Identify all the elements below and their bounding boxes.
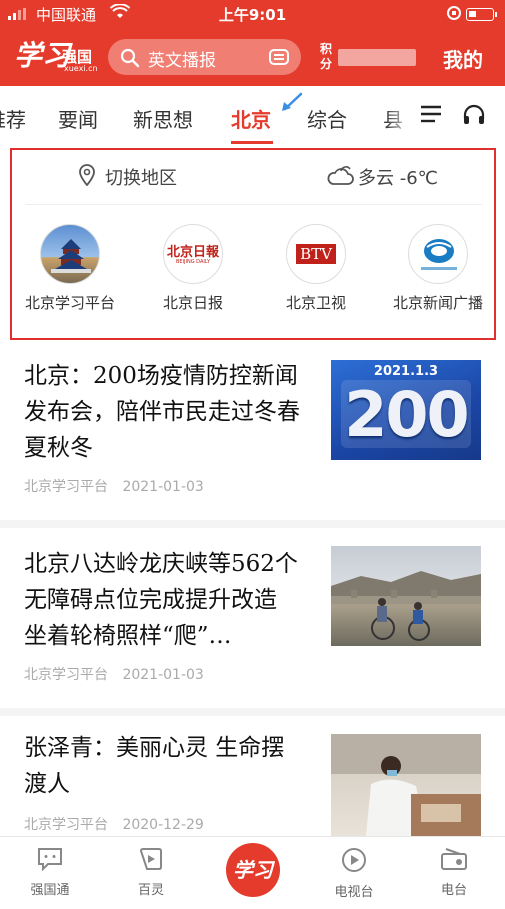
tab-new-thought[interactable]: 新思想 bbox=[133, 104, 193, 133]
nav-tv[interactable]: 电视台 bbox=[314, 847, 394, 900]
news-meta: 北京学习平台 2021-01-03 bbox=[24, 476, 204, 496]
channel-menu-icon[interactable] bbox=[420, 104, 442, 124]
tab-beijing[interactable]: 北京 bbox=[231, 104, 271, 133]
news-title: 张泽青：美丽心灵 生命摆渡人 bbox=[24, 735, 285, 797]
beijing-daily-logo-sub: BEIJING DAILY bbox=[175, 259, 211, 265]
switch-region-button[interactable]: 切换地区 bbox=[105, 164, 177, 190]
news-item[interactable]: 张泽青：美丽心灵 生命摆渡人 北京学习平台 2020-12-29 bbox=[0, 730, 505, 836]
location-pin-icon[interactable] bbox=[78, 164, 96, 186]
search-menu-icon[interactable] bbox=[269, 49, 289, 65]
play-square-icon bbox=[139, 848, 162, 870]
news-title: 北京八达岭龙庆峡等562个无障碍点位完成提升改造 坐着轮椅照样“爬”… bbox=[24, 551, 298, 649]
tab-headlines[interactable]: 要闻 bbox=[58, 104, 98, 133]
tabs-fade bbox=[385, 96, 415, 136]
news-date: 2021-01-03 bbox=[122, 479, 204, 495]
news-source: 北京学习平台 bbox=[24, 817, 108, 833]
channel-beijing-tv[interactable]: BTV 北京卫视 bbox=[256, 224, 376, 313]
news-item[interactable]: 北京：200场疫情防控新闻发布会，陪伴市民走过冬春夏秋冬 北京学习平台 2021… bbox=[0, 358, 505, 508]
news-thumbnail: 2021.1.3 200 bbox=[331, 360, 481, 460]
channel-label: 北京新闻广播 bbox=[392, 294, 483, 312]
chat-icon bbox=[38, 848, 62, 872]
play-circle-icon bbox=[342, 848, 366, 872]
divider bbox=[26, 204, 482, 205]
channel-beijing-study-platform[interactable]: 北京学习平台 bbox=[10, 224, 130, 313]
rotation-lock-icon bbox=[447, 6, 461, 20]
news-date: 2020-12-29 bbox=[122, 817, 204, 833]
channel-beijing-daily[interactable]: 北京日報 BEIJING DAILY 北京日报 bbox=[133, 224, 253, 313]
news-title: 北京：200场疫情防控新闻发布会，陪伴市民走过冬春夏秋冬 bbox=[24, 363, 300, 461]
separator bbox=[0, 708, 505, 716]
beijing-daily-logo-text: 北京日報 bbox=[166, 245, 219, 260]
points-value-redacted bbox=[338, 49, 416, 66]
annotation-arrow-icon bbox=[282, 92, 303, 111]
active-tab-indicator bbox=[231, 141, 273, 144]
news-source: 北京学习平台 bbox=[24, 667, 108, 683]
region-panel: 切换地区 多云 -6℃ 北京学习平台 北京日報 BEIJING DAILY 北京… bbox=[10, 148, 496, 340]
temple-of-heaven-icon bbox=[40, 224, 100, 284]
news-meta: 北京学习平台 2021-01-03 bbox=[24, 664, 204, 684]
separator bbox=[0, 520, 505, 528]
bottom-nav: 强国通 百灵 学习 电视台 电台 bbox=[0, 836, 505, 909]
nav-qiangguotong[interactable]: 强国通 bbox=[10, 847, 90, 898]
status-bar: 中国联通 上午9:01 bbox=[0, 0, 505, 28]
search-placeholder: 英文播报 bbox=[148, 51, 216, 71]
nav-label: 电视台 bbox=[334, 885, 374, 900]
logo-url: xuexi.cn bbox=[64, 64, 98, 73]
search-bar[interactable]: 英文播报 bbox=[108, 39, 301, 75]
channel-beijing-news-radio[interactable]: 北京新闻广播 bbox=[378, 224, 498, 313]
channel-tabs: 推荐 要闻 新思想 北京 综合 县 bbox=[0, 86, 505, 146]
news-item[interactable]: 北京八达岭龙庆峡等562个无障碍点位完成提升改造 坐着轮椅照样“爬”… 北京学习… bbox=[0, 546, 505, 696]
btv-logo: BTV bbox=[286, 224, 346, 284]
nav-label: 电台 bbox=[440, 883, 467, 898]
news-thumbnail bbox=[331, 734, 481, 836]
weather-text: 多云 -6℃ bbox=[358, 168, 438, 189]
channel-label: 北京日报 bbox=[162, 294, 223, 312]
app-header: 中国联通 上午9:01 学习 强国 xuexi.cn 英文播报 积分 我的 bbox=[0, 0, 505, 86]
battery-icon bbox=[466, 8, 497, 21]
channel-label: 北京卫视 bbox=[285, 294, 346, 312]
tab-general[interactable]: 综合 bbox=[307, 104, 347, 133]
points-label: 积分 bbox=[320, 42, 333, 71]
nav-label: 百灵 bbox=[137, 883, 164, 898]
xuexi-home-button[interactable]: 学习 bbox=[226, 843, 280, 897]
search-icon bbox=[120, 48, 140, 68]
beijing-news-radio-logo bbox=[408, 224, 468, 284]
mine-button[interactable]: 我的 bbox=[443, 44, 483, 73]
news-meta: 北京学习平台 2020-12-29 bbox=[24, 814, 204, 834]
news-thumbnail bbox=[331, 546, 481, 646]
nav-label: 强国通 bbox=[30, 883, 70, 898]
news-source: 北京学习平台 bbox=[24, 479, 108, 495]
nav-radio[interactable]: 电台 bbox=[414, 847, 494, 898]
clock: 上午9:01 bbox=[218, 6, 287, 24]
btv-logo-text: BTV bbox=[296, 244, 336, 264]
thumb-date: 2021.1.3 bbox=[373, 364, 439, 379]
thumb-number: 200 bbox=[344, 378, 469, 451]
radio-icon bbox=[441, 848, 467, 870]
nav-bailing[interactable]: 百灵 bbox=[111, 847, 191, 898]
beijing-daily-logo: 北京日報 BEIJING DAILY bbox=[163, 224, 223, 284]
channel-label: 北京学习平台 bbox=[24, 294, 115, 312]
news-date: 2021-01-03 bbox=[122, 667, 204, 683]
headphones-icon[interactable] bbox=[462, 104, 486, 126]
xuexi-logo[interactable]: 学习 强国 xuexi.cn bbox=[14, 38, 98, 76]
tab-recommend[interactable]: 推荐 bbox=[0, 104, 26, 133]
cloudy-weather-icon bbox=[327, 166, 354, 185]
